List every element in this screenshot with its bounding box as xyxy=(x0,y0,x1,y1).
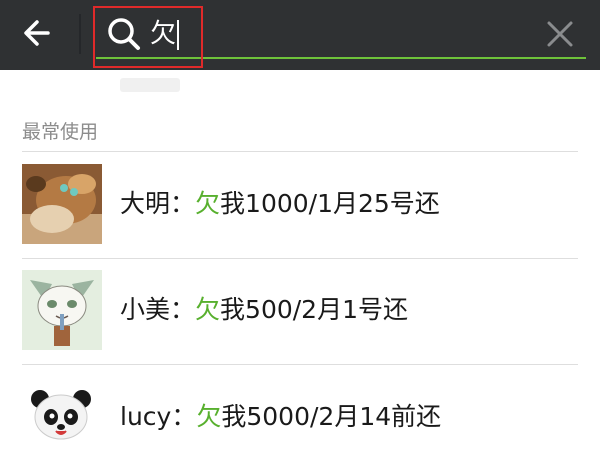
contact-name: lucy xyxy=(120,402,172,431)
back-button[interactable] xyxy=(18,13,62,53)
clear-search-button[interactable] xyxy=(540,14,580,54)
avatar xyxy=(22,377,102,457)
contact-row[interactable]: 小美：欠我500/2月1号还 xyxy=(0,258,600,364)
name-separator: ： xyxy=(170,295,196,324)
match-highlight: 欠 xyxy=(195,295,221,324)
close-icon xyxy=(547,21,573,47)
name-separator: ： xyxy=(171,402,197,431)
contact-row[interactable]: lucy：欠我5000/2月14前还 xyxy=(0,365,600,471)
back-arrow-icon xyxy=(24,20,50,46)
match-highlight: 欠 xyxy=(196,402,222,431)
faded-suggestion xyxy=(120,78,180,92)
contact-row[interactable]: 大明：欠我1000/1月25号还 xyxy=(0,152,600,258)
contact-info: 小美：欠我500/2月1号还 xyxy=(120,290,408,326)
avatar xyxy=(22,270,102,350)
contact-name: 小美 xyxy=(120,295,171,324)
contact-name: 大明 xyxy=(120,189,171,218)
search-highlight-box xyxy=(93,6,203,68)
contact-info: 大明：欠我1000/1月25号还 xyxy=(120,184,440,220)
match-highlight: 欠 xyxy=(195,189,221,218)
note-text: 我1000/1月25号还 xyxy=(220,189,440,218)
avatar xyxy=(22,164,102,244)
contact-info: lucy：欠我5000/2月14前还 xyxy=(120,397,441,433)
top-bar: 欠 xyxy=(0,0,600,70)
note-text: 我500/2月1号还 xyxy=(220,295,408,324)
section-title: 最常使用 xyxy=(22,121,99,143)
note-text: 我5000/2月14前还 xyxy=(221,402,442,431)
name-separator: ： xyxy=(170,189,196,218)
toolbar-divider xyxy=(79,14,81,54)
